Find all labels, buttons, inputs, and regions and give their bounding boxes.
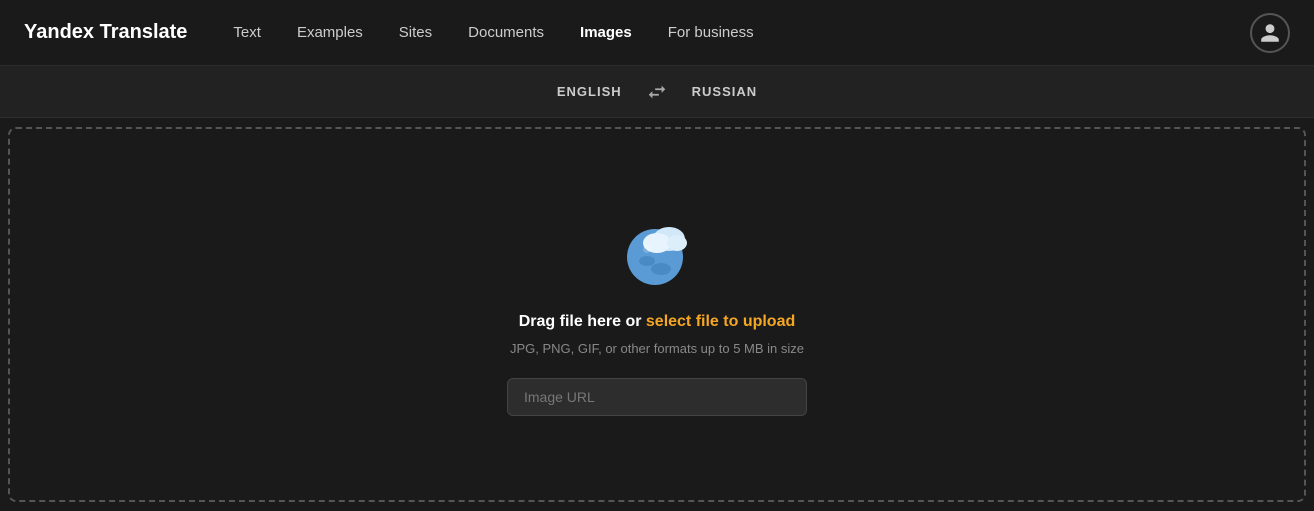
nav-item-text[interactable]: Text: [219, 16, 275, 49]
brand-logo: Yandex Translate: [24, 21, 187, 44]
nav-links: Text Examples Sites Documents Images For…: [219, 16, 1250, 49]
drop-zone-main-text: Drag file here or select file to upload: [519, 313, 796, 331]
image-url-input[interactable]: [507, 378, 807, 416]
upload-image-icon: [617, 213, 697, 293]
user-avatar-button[interactable]: [1250, 13, 1290, 53]
nav-item-sites[interactable]: Sites: [385, 16, 446, 49]
drop-zone-sub-text: JPG, PNG, GIF, or other formats up to 5 …: [510, 339, 804, 359]
select-file-link[interactable]: select file to upload: [646, 313, 795, 330]
nav-item-forbusiness[interactable]: For business: [654, 16, 768, 49]
target-language[interactable]: RUSSIAN: [692, 84, 758, 99]
file-drop-zone[interactable]: Drag file here or select file to upload …: [8, 127, 1306, 502]
drop-zone-wrapper: Drag file here or select file to upload …: [0, 118, 1314, 511]
swap-languages-button[interactable]: [646, 81, 668, 103]
nav-item-images[interactable]: Images: [566, 16, 646, 49]
navbar: Yandex Translate Text Examples Sites Doc…: [0, 0, 1314, 66]
nav-item-documents[interactable]: Documents: [454, 16, 558, 49]
source-language[interactable]: ENGLISH: [557, 84, 622, 99]
nav-item-examples[interactable]: Examples: [283, 16, 377, 49]
language-bar: ENGLISH RUSSIAN: [0, 66, 1314, 118]
